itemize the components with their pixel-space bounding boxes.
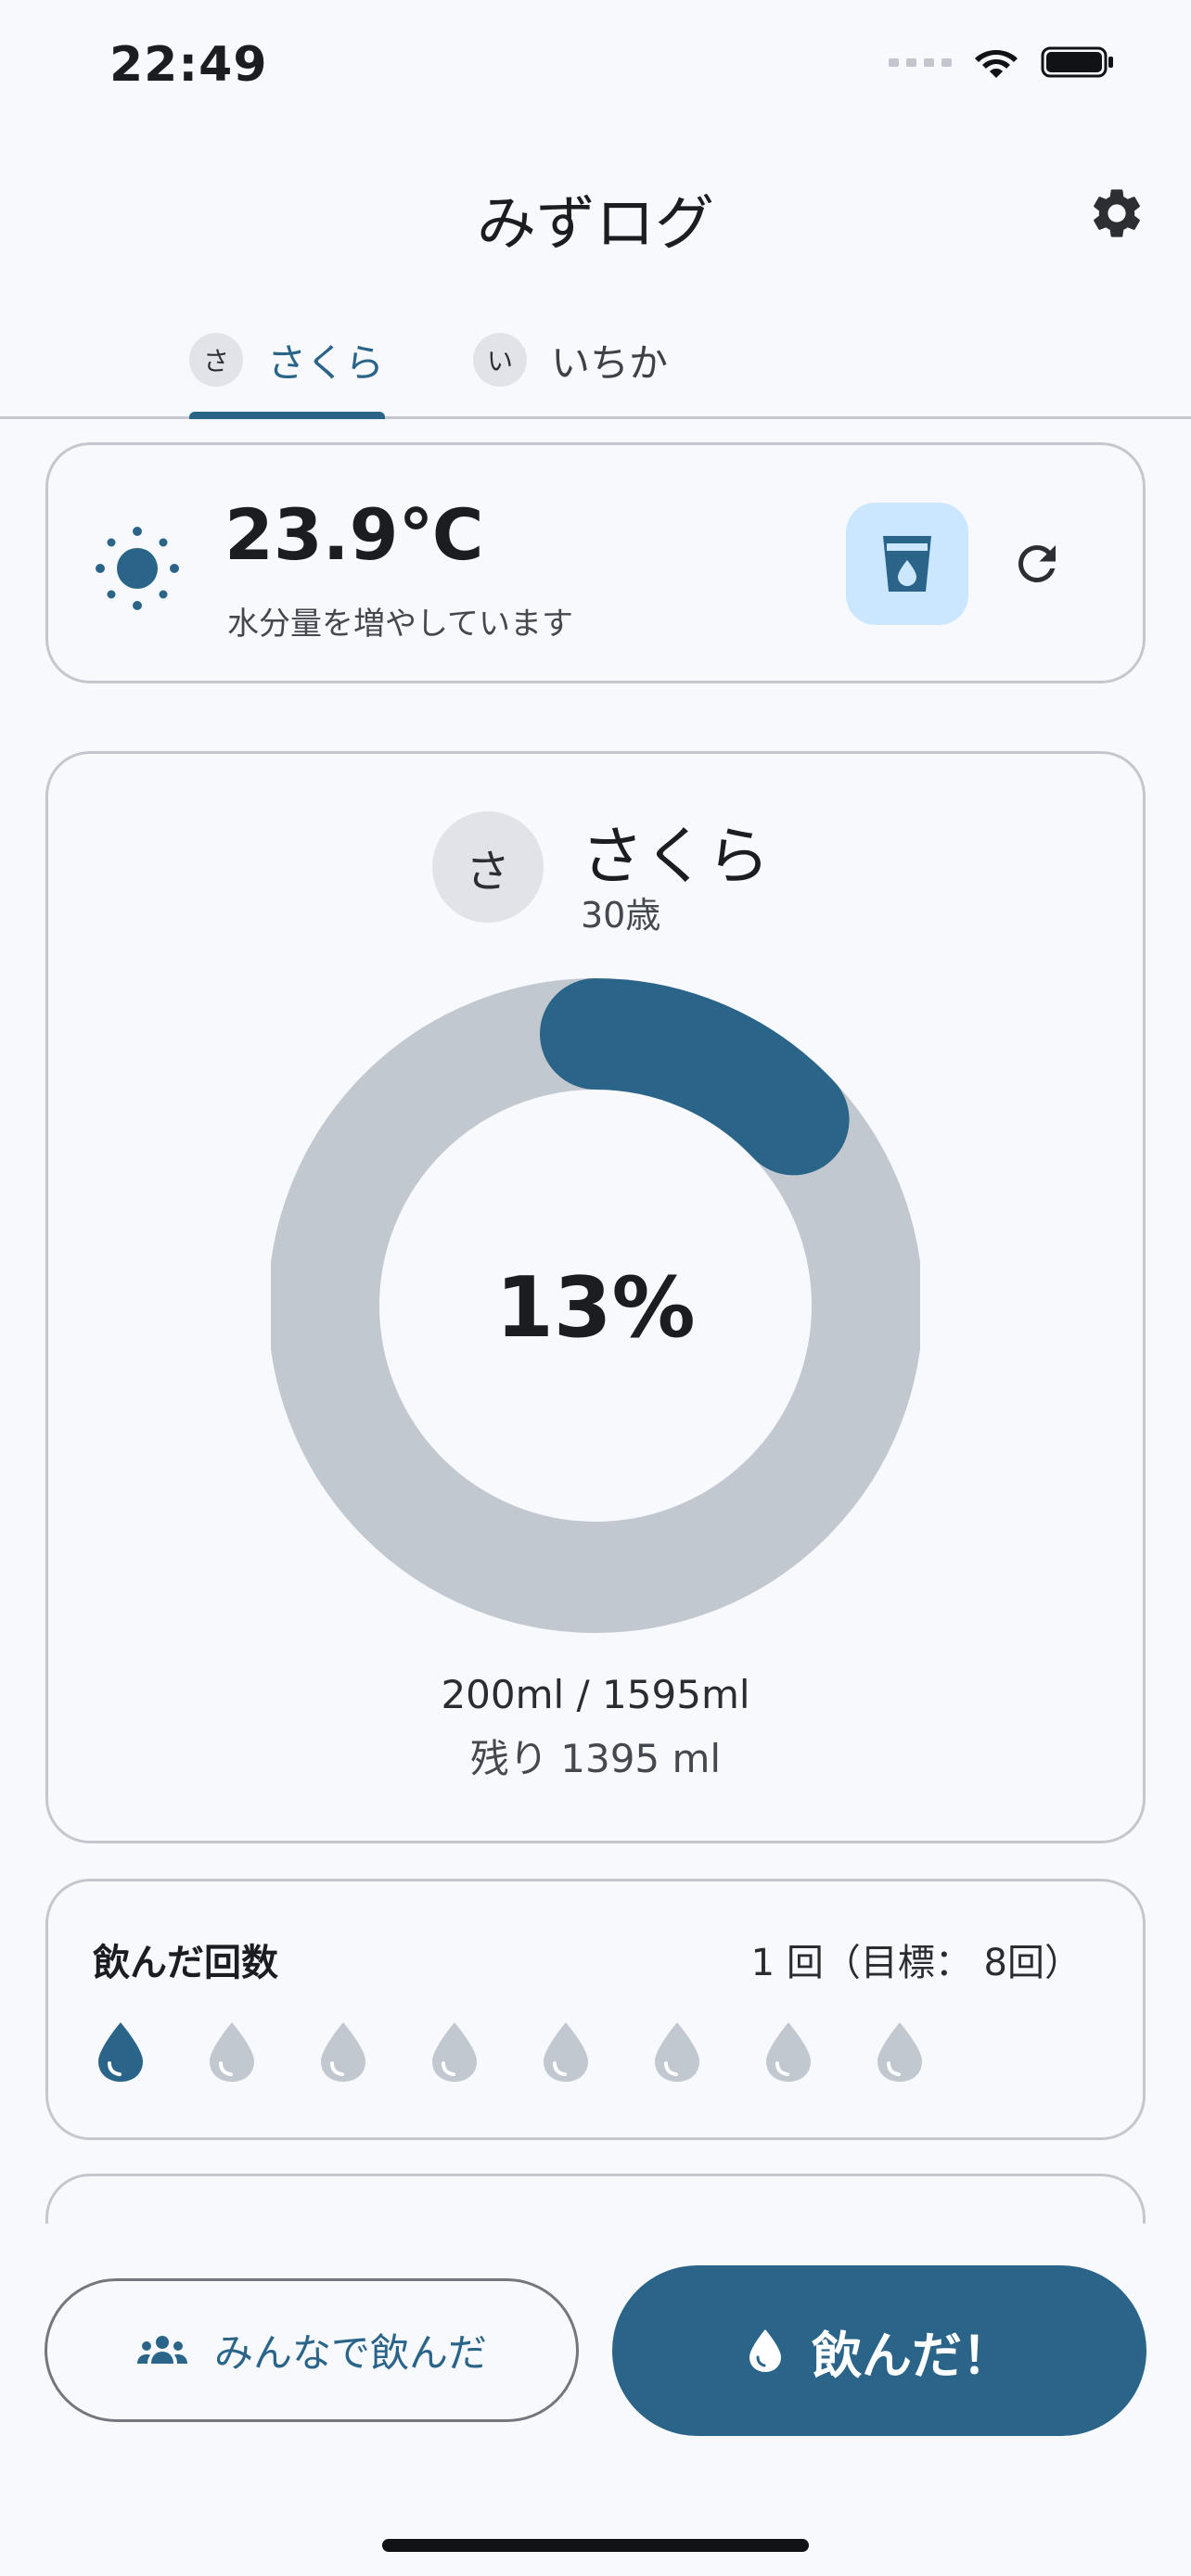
water-drop-filled-icon (98, 2022, 143, 2082)
drank-button[interactable]: 飲んだ！ (612, 2265, 1146, 2436)
drink-count-title: 飲んだ回数 (93, 1942, 278, 1984)
avatar: さ (189, 333, 243, 387)
water-drop-empty-icon (544, 2022, 588, 2082)
water-drop-empty-icon (210, 2022, 254, 2082)
temperature: 23.9℃ (224, 493, 484, 576)
tab-label: いちか (551, 339, 669, 386)
refresh-button[interactable] (1004, 530, 1070, 597)
water-drop-empty-icon (432, 2022, 477, 2082)
status-icons (889, 45, 1115, 80)
wifi-icon (975, 50, 1018, 78)
intake-amount: 200ml / 1595ml (441, 1672, 750, 1717)
drink-together-button[interactable]: みんなで飲んだ (45, 2278, 579, 2422)
water-drop-empty-icon (877, 2022, 922, 2082)
remaining-amount: 残り 1395 ml (469, 1736, 722, 1781)
drink-count-value: 1 回（目標： 8回） (750, 1942, 1082, 1984)
drink-count-card: 飲んだ回数 1 回（目標： 8回） (45, 1879, 1146, 2140)
progress-percent: 13% (495, 1259, 696, 1357)
user-tabs: さ さくら い いちか (0, 306, 1191, 419)
app-title: みずログ (477, 190, 714, 259)
tab-ichika[interactable]: い いちか (473, 323, 668, 397)
tab-label: さくら (267, 339, 385, 386)
water-drop-empty-icon (766, 2022, 811, 2082)
drink-drops (95, 2019, 926, 2085)
weather-message: 水分量を増やしています (227, 606, 573, 643)
sun-icon (96, 527, 179, 610)
drank-label: 飲んだ！ (812, 2326, 1012, 2385)
group-icon (136, 2335, 187, 2364)
gear-icon (1094, 189, 1140, 237)
water-drop-empty-icon (655, 2022, 699, 2082)
weather-card: 23.9℃ 水分量を増やしています (45, 442, 1146, 683)
progress-card: さ さくら 30歳 13% 200ml / 1595ml 残り 1395 ml (45, 751, 1146, 1843)
profile-name: さくら (581, 821, 771, 894)
cellular-signal-icon (889, 57, 952, 67)
water-drop-icon (749, 2329, 781, 2372)
battery-icon (1041, 46, 1113, 78)
settings-button[interactable] (1080, 176, 1154, 250)
profile-age: 30歳 (581, 895, 661, 936)
avatar: さ (432, 811, 544, 923)
drink-together-label: みんなで飲んだ (213, 2330, 487, 2376)
cup-icon (883, 536, 931, 592)
progress-ring-arc (540, 978, 850, 1176)
avatar: い (473, 333, 527, 387)
active-tab-indicator (189, 412, 385, 419)
water-drop-empty-icon (321, 2022, 365, 2082)
water-cup-button[interactable] (846, 503, 968, 625)
home-indicator (382, 2539, 809, 2552)
status-time: 22:49 (109, 37, 268, 93)
refresh-icon (1018, 544, 1056, 582)
tab-sakura[interactable]: さ さくら (189, 323, 384, 397)
